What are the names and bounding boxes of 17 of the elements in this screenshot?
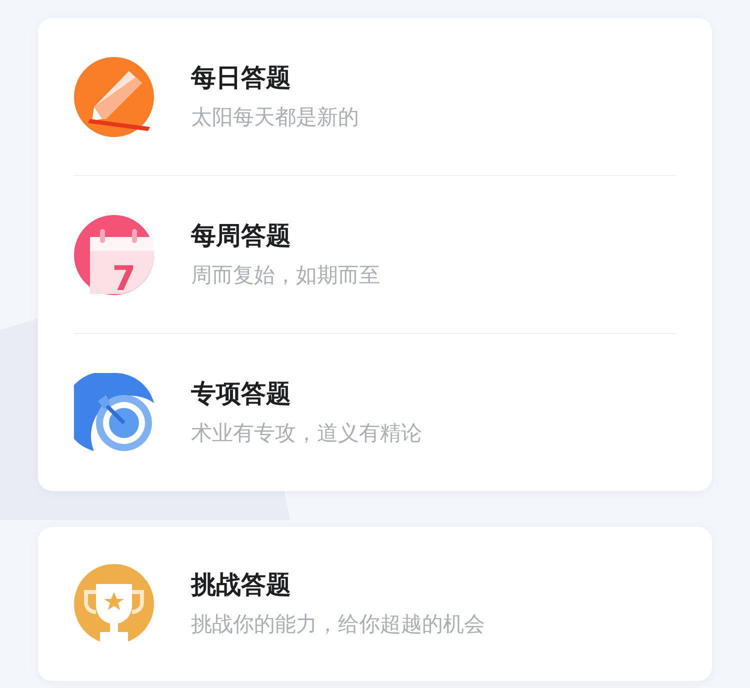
item-subtitle: 太阳每天都是新的 xyxy=(191,104,359,130)
item-subtitle: 术业有专攻，道义有精论 xyxy=(191,420,422,446)
item-title: 每日答题 xyxy=(191,62,292,94)
item-title: 每周答题 xyxy=(191,220,292,252)
menu-item[interactable]: 7 每周答题 周而复始，如期而至 xyxy=(74,175,676,333)
trophy-icon xyxy=(74,564,154,644)
menu-item[interactable]: 挑战答题 挑战你的能力，给你超越的机会 xyxy=(74,527,676,681)
pencil-icon xyxy=(74,56,154,136)
item-subtitle: 周而复始，如期而至 xyxy=(191,262,380,288)
target-icon xyxy=(74,372,154,452)
calendar-day: 7 xyxy=(112,258,136,294)
menu-item[interactable]: 每日答题 太阳每天都是新的 xyxy=(74,18,676,175)
item-title: 挑战答题 xyxy=(191,569,292,601)
item-subtitle: 挑战你的能力，给你超越的机会 xyxy=(191,611,485,638)
calendar-icon xyxy=(74,214,154,294)
item-title: 专项答题 xyxy=(191,378,292,410)
menu-item[interactable]: 专项答题 术业有专攻，道义有精论 xyxy=(74,333,676,491)
